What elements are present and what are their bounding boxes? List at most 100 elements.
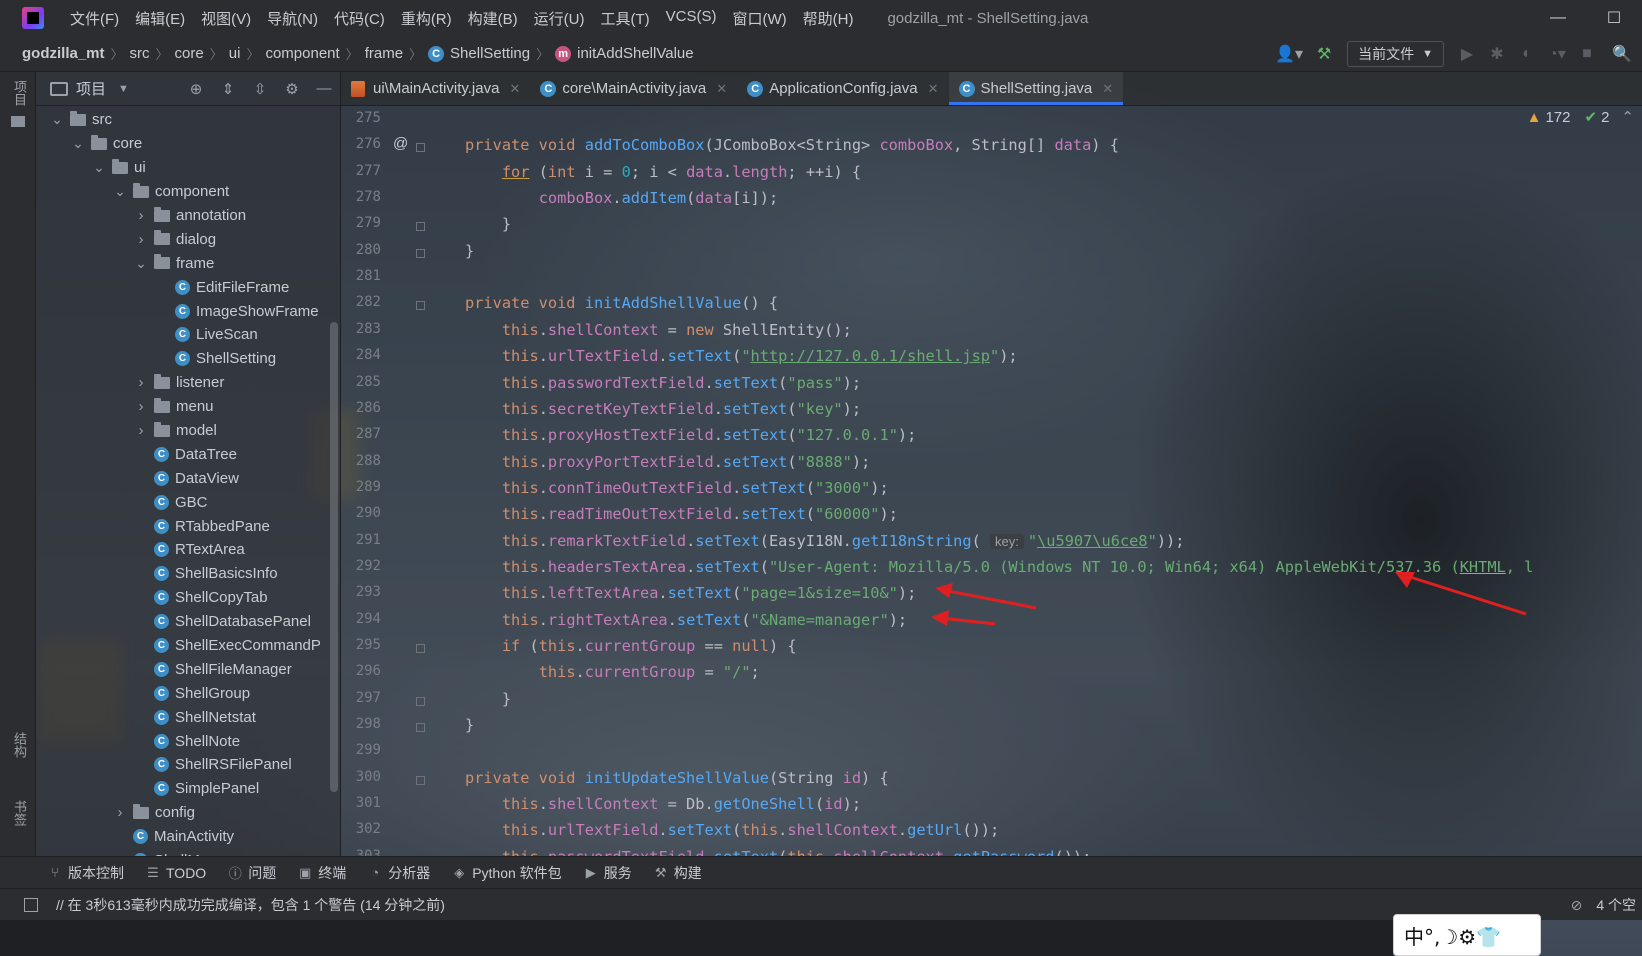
- toggle-panel-icon[interactable]: [24, 897, 38, 912]
- expand-all-icon[interactable]: ⇕: [212, 80, 244, 98]
- hide-icon[interactable]: —: [308, 80, 340, 98]
- tree-item[interactable]: C ShellSetting: [36, 347, 341, 371]
- tree-item[interactable]: C ShellNetstat: [36, 705, 341, 729]
- tree-item[interactable]: C DataTree: [36, 442, 341, 466]
- menu-item[interactable]: 视图(V): [193, 8, 259, 29]
- tree-item[interactable]: C ShellFileManager: [36, 657, 341, 681]
- tree-item[interactable]: C ShellBasicsInfo: [36, 562, 341, 586]
- tool-window-button[interactable]: ⚒ 构建: [654, 863, 702, 883]
- code-line[interactable]: this.shellContext = Db.getOneShell(id);: [465, 795, 861, 813]
- code-line[interactable]: this.shellContext = new ShellEntity();: [465, 321, 852, 339]
- code-line[interactable]: }: [465, 716, 474, 734]
- tree-item[interactable]: C RTabbedPane: [36, 514, 341, 538]
- breadcrumb-src[interactable]: src: [130, 45, 150, 62]
- breadcrumb-method[interactable]: m initAddShellValue: [555, 45, 694, 62]
- stop-icon[interactable]: ■: [1572, 36, 1602, 72]
- code-line[interactable]: private void initUpdateShellValue(String…: [465, 769, 889, 787]
- build-hammer-icon[interactable]: ⚒: [1309, 36, 1339, 72]
- chevron-right-icon[interactable]: ›: [113, 804, 127, 821]
- code-line[interactable]: private void addToComboBox(JComboBox<Str…: [465, 136, 1119, 154]
- profile-icon[interactable]: ◔▾: [1542, 36, 1572, 72]
- project-panel-title[interactable]: 项目: [76, 78, 106, 99]
- stripe-structure-label[interactable]: 结构: [10, 732, 29, 758]
- breadcrumb-component[interactable]: component: [265, 45, 339, 62]
- tree-item[interactable]: › listener: [36, 371, 341, 395]
- fold-marker-icon[interactable]: [416, 696, 425, 706]
- tool-window-button[interactable]: ◈ Python 软件包: [452, 863, 561, 883]
- menu-item[interactable]: 导航(N): [259, 8, 326, 29]
- coverage-icon[interactable]: ◐: [1512, 36, 1542, 72]
- fold-marker-icon[interactable]: [416, 143, 425, 153]
- menu-item[interactable]: 代码(C): [326, 8, 393, 29]
- code-line[interactable]: this.currentGroup = "/";: [465, 663, 760, 681]
- tool-window-button[interactable]: ⓘ 问题: [228, 863, 277, 883]
- code-line[interactable]: comboBox.addItem(data[i]);: [465, 189, 779, 207]
- search-icon[interactable]: 🔍: [1602, 36, 1642, 72]
- run-icon[interactable]: ▶: [1452, 36, 1482, 72]
- breadcrumb-class[interactable]: C ShellSetting: [428, 45, 530, 62]
- minimize-icon[interactable]: —: [1530, 0, 1586, 36]
- code-line[interactable]: this.proxyHostTextField.setText("127.0.0…: [465, 426, 916, 444]
- debug-icon[interactable]: ✱: [1482, 36, 1512, 72]
- no-sync-icon[interactable]: ⊘: [1571, 897, 1583, 914]
- stripe-bookmarks-label[interactable]: 书签: [10, 800, 29, 826]
- editor-tab[interactable]: C ShellSetting.java ✕: [948, 72, 1124, 105]
- tree-item[interactable]: C ShellNote: [36, 729, 341, 753]
- fold-marker-icon[interactable]: [416, 222, 425, 232]
- code-line[interactable]: }: [465, 215, 511, 233]
- breadcrumb-core[interactable]: core: [175, 45, 204, 62]
- fold-marker-icon[interactable]: [416, 723, 425, 733]
- tree-item[interactable]: C MainActivity: [36, 825, 341, 849]
- tree-item[interactable]: ⌄ frame: [36, 251, 341, 275]
- code-line[interactable]: this.proxyPortTextField.setText("8888");: [465, 453, 870, 471]
- fold-marker-icon[interactable]: [416, 644, 425, 653]
- tree-scrollbar[interactable]: [330, 322, 338, 792]
- tree-item[interactable]: C ShellGroup: [36, 681, 341, 705]
- run-config-select[interactable]: 当前文件 ▼: [1347, 41, 1444, 67]
- gear-icon[interactable]: ⚙: [276, 80, 308, 98]
- tree-item[interactable]: C ShellDatabasePanel: [36, 610, 341, 634]
- fold-marker-icon[interactable]: [416, 775, 425, 785]
- folder-icon[interactable]: [11, 116, 25, 127]
- code-line[interactable]: this.urlTextField.setText(this.shellCont…: [465, 821, 999, 839]
- menu-item[interactable]: 构建(B): [460, 8, 526, 29]
- code-line[interactable]: private void initAddShellValue() {: [465, 294, 778, 312]
- menu-item[interactable]: 文件(F): [62, 8, 127, 29]
- code-line[interactable]: this.headersTextArea.setText("User-Agent…: [465, 558, 1534, 576]
- tree-item[interactable]: C SimplePanel: [36, 777, 341, 801]
- tree-item[interactable]: ⌄ core: [36, 132, 341, 156]
- breadcrumb-project[interactable]: godzilla_mt: [22, 45, 105, 62]
- tree-item[interactable]: C ShellCopyTab: [36, 586, 341, 610]
- menu-item[interactable]: 帮助(H): [795, 8, 862, 29]
- tree-item[interactable]: C ShellExecCommandP: [36, 634, 341, 658]
- code-line[interactable]: this.readTimeOutTextField.setText("60000…: [465, 505, 898, 523]
- tree-item[interactable]: ⌄ src: [36, 108, 341, 132]
- tree-item[interactable]: › model: [36, 419, 341, 443]
- fold-marker-icon[interactable]: [416, 301, 425, 311]
- code-line[interactable]: }: [465, 690, 511, 708]
- code-editor[interactable]: 275 276 @277 278 279 280 281 282 283 284 285 286 287…: [341, 106, 1642, 856]
- chevron-right-icon[interactable]: ›: [134, 231, 148, 248]
- menu-item[interactable]: 重构(R): [393, 8, 460, 29]
- tree-item[interactable]: › menu: [36, 395, 341, 419]
- editor-tab[interactable]: ui\MainActivity.java ✕: [341, 72, 530, 105]
- tree-item[interactable]: C ImageShowFrame: [36, 299, 341, 323]
- chevron-right-icon[interactable]: ›: [134, 422, 148, 439]
- menu-item[interactable]: 工具(T): [592, 8, 657, 29]
- locate-icon[interactable]: ⊕: [180, 80, 212, 98]
- menu-item[interactable]: 窗口(W): [724, 8, 794, 29]
- code-line[interactable]: this.passwordTextField.setText(this.shel…: [465, 848, 1091, 856]
- ime-toolbar[interactable]: 中°,☽⚙👕: [1393, 914, 1541, 956]
- tool-window-button[interactable]: ☰ TODO: [146, 865, 206, 881]
- fold-marker-icon[interactable]: [416, 248, 425, 258]
- tree-item[interactable]: › dialog: [36, 227, 341, 251]
- chevron-down-icon[interactable]: ⌄: [113, 183, 127, 200]
- user-icon[interactable]: 👤▾: [1269, 36, 1309, 72]
- tree-item[interactable]: C DataView: [36, 466, 341, 490]
- code-line[interactable]: this.secretKeyTextField.setText("key");: [465, 400, 861, 418]
- maximize-icon[interactable]: ☐: [1586, 0, 1642, 36]
- code-line[interactable]: this.leftTextArea.setText("page=1&size=1…: [465, 584, 916, 602]
- code-line[interactable]: this.urlTextField.setText("http://127.0.…: [465, 347, 1018, 365]
- tree-item[interactable]: C GBC: [36, 490, 341, 514]
- tool-window-button[interactable]: ⑂ 版本控制: [48, 863, 124, 883]
